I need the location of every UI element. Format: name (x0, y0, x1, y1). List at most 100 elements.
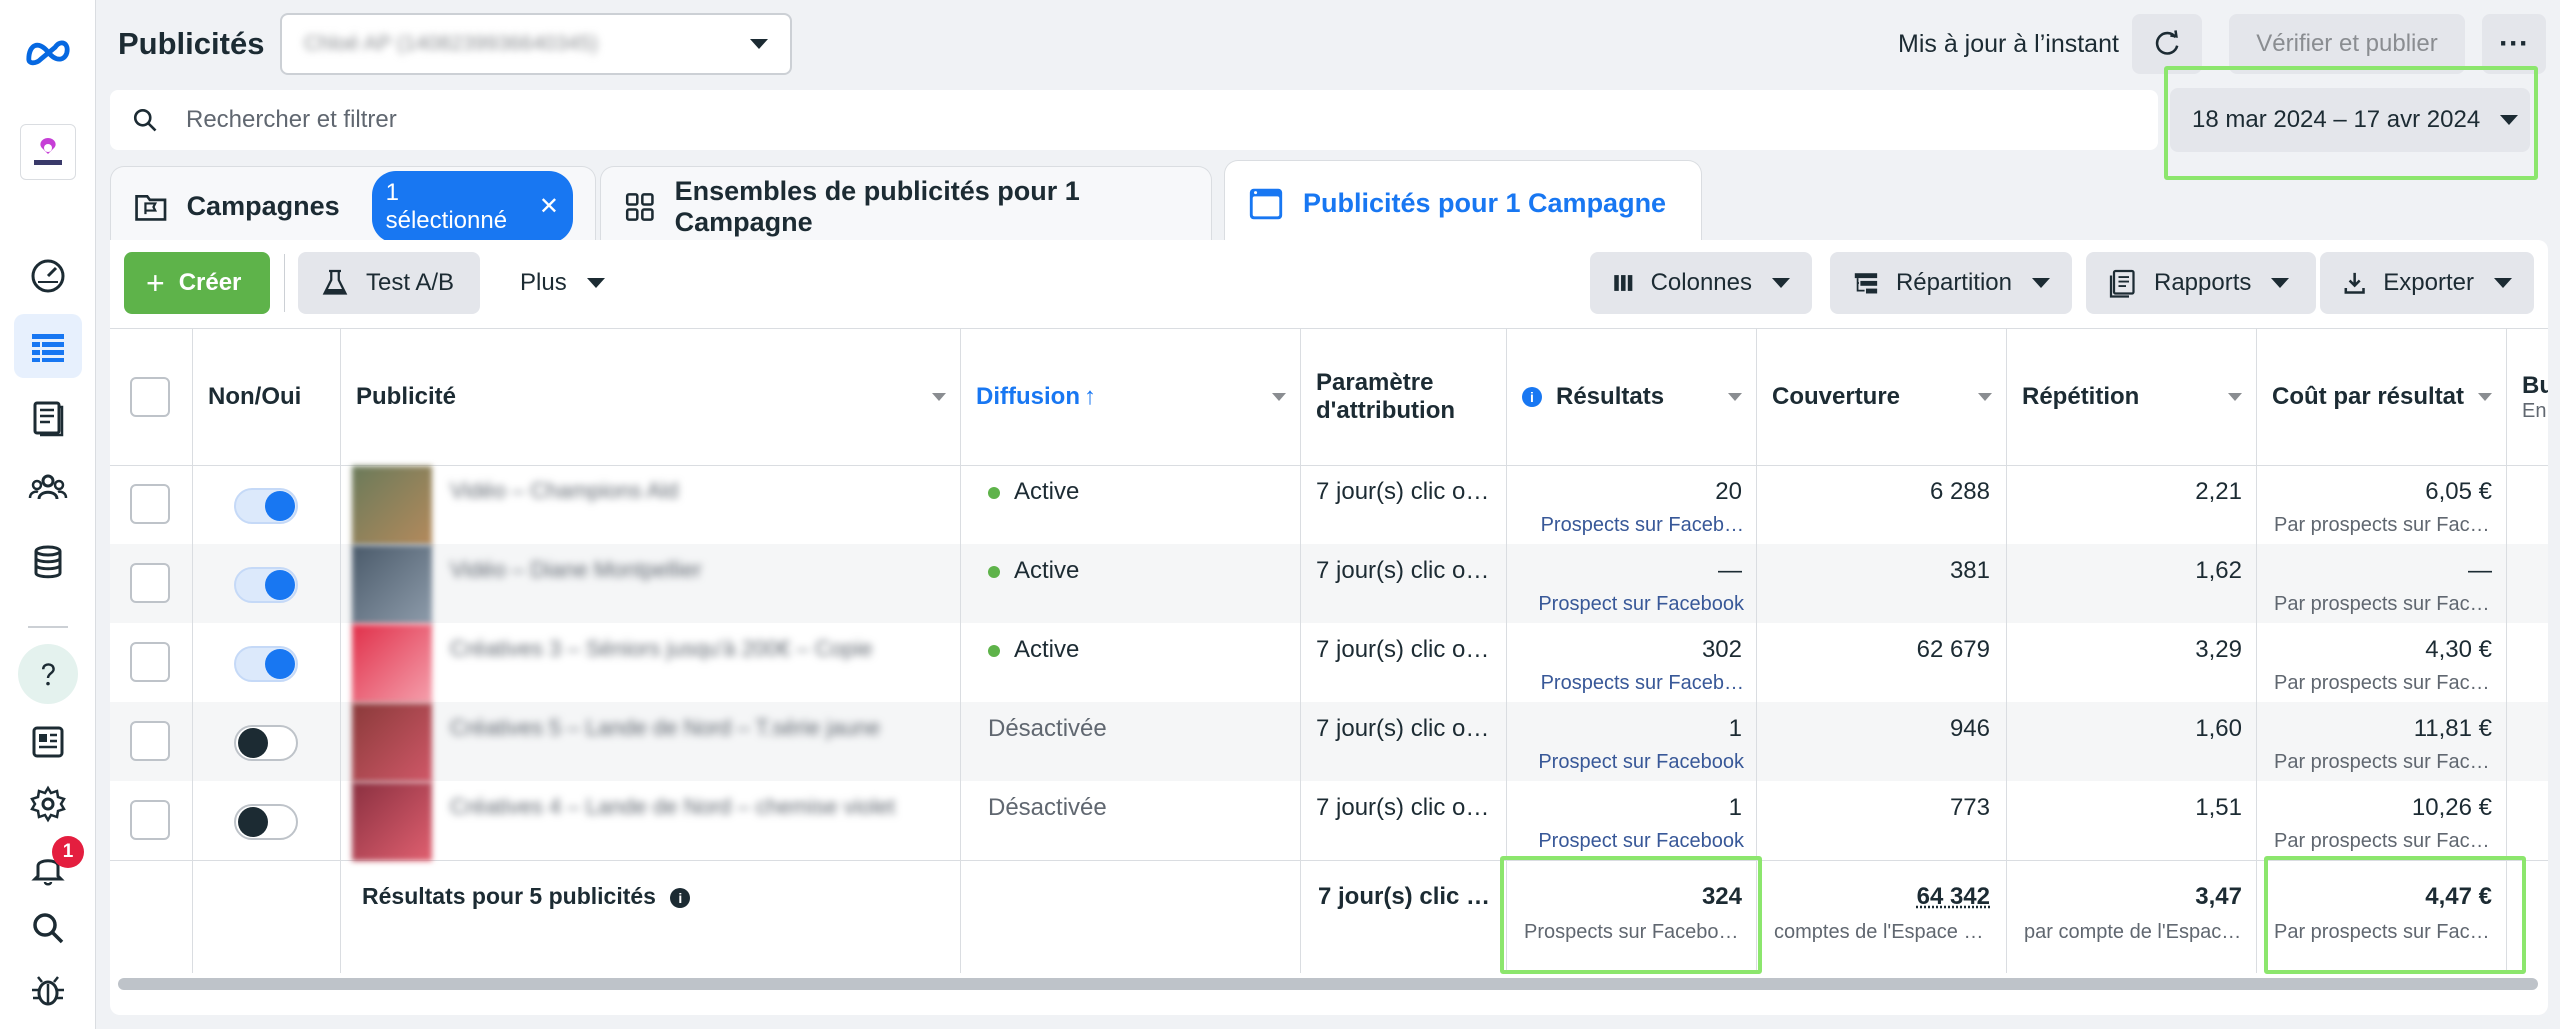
more-actions-dropdown[interactable]: Plus (498, 252, 640, 314)
results-link[interactable]: Prospect sur Facebook (1526, 830, 1744, 853)
cost-per-result-value: 6,05 € (2425, 478, 2492, 505)
toggle-knob (265, 570, 295, 600)
more-options-button[interactable]: ··· (2482, 14, 2546, 74)
ad-name[interactable]: Créatives 5 – Lande de Nord – T.série ja… (450, 715, 930, 741)
info-icon[interactable]: i (1522, 387, 1542, 407)
row-toggle[interactable] (234, 725, 298, 761)
ad-name[interactable]: Vidéo – Diane Montpellier (450, 557, 930, 583)
col-header-onoff[interactable]: Non/Oui (192, 329, 340, 465)
row-checkbox[interactable] (130, 642, 170, 682)
pages-book-icon[interactable] (24, 394, 72, 442)
delivery-label: Active (1014, 636, 1080, 663)
tab-adsets[interactable]: Ensembles de publicités pour 1 Campagne (600, 166, 1212, 246)
active-dot-icon (988, 644, 1000, 657)
columns-label: Colonnes (1650, 269, 1752, 296)
col-header-delivery[interactable]: Diffusion ↑ (960, 329, 1300, 465)
breakdown-button[interactable]: Répartition (1830, 252, 2072, 314)
ads-manager-table-icon[interactable] (14, 314, 82, 378)
results-link[interactable]: Prospects sur Faceb… (1526, 672, 1744, 695)
settings-gear-icon[interactable] (24, 780, 72, 828)
col-header-attribution[interactable]: Paramètre d'attribution (1300, 329, 1506, 465)
billing-coins-icon[interactable] (24, 538, 72, 586)
dashboard-gauge-icon[interactable] (24, 250, 72, 298)
ab-test-button[interactable]: Test A/B (298, 252, 480, 314)
account-logo-icon[interactable] (20, 124, 76, 180)
search-icon[interactable] (24, 904, 72, 952)
close-icon[interactable]: ✕ (539, 192, 559, 221)
row-checkbox[interactable] (130, 721, 170, 761)
account-selector[interactable]: Chloé AP (1408239936640345) (280, 13, 792, 75)
totals-label: Résultats pour 5 publicités i (362, 883, 691, 910)
search-filter-bar[interactable] (110, 90, 2158, 150)
date-range-picker[interactable]: 18 mar 2024 – 17 avr 2024 (2170, 88, 2530, 152)
columns-button[interactable]: Colonnes (1590, 252, 1812, 314)
row-toggle[interactable] (234, 488, 298, 524)
tab-adsets-label: Ensembles de publicités pour 1 Campagne (674, 175, 1080, 237)
row-toggle[interactable] (234, 567, 298, 603)
delivery-status: Active (988, 557, 1288, 585)
reports-button[interactable]: Rapports (2086, 252, 2316, 314)
ad-name[interactable]: Vidéo – Champions Ald (450, 478, 930, 504)
ad-name[interactable]: Créatives 4 – Lande de Nord – chemise vi… (450, 794, 930, 820)
reach-value: 946 (1949, 715, 1990, 742)
chevron-down-icon (2032, 278, 2050, 288)
bug-report-icon[interactable] (24, 966, 72, 1014)
help-question-icon[interactable] (18, 644, 78, 704)
folder-flag-icon (135, 194, 167, 221)
sort-up-arrow-icon: ↑ (1083, 383, 1096, 410)
tab-campaigns[interactable]: Campagnes 1 sélectionné ✕ (110, 166, 596, 246)
ad-thumbnail[interactable] (352, 703, 432, 782)
notification-badge: 1 (52, 836, 84, 868)
review-publish-button[interactable]: Vérifier et publier (2229, 14, 2465, 74)
row-checkbox[interactable] (130, 800, 170, 840)
account-name: Chloé AP (1408239936640345) (304, 32, 598, 55)
export-label: Exporter (2383, 269, 2474, 296)
refresh-icon (2155, 30, 2179, 55)
delivery-label: Désactivée (988, 715, 1107, 742)
attribution-setting: 7 jour(s) clic o… (1316, 557, 1490, 584)
col-header-frequency[interactable]: Répétition (2006, 329, 2256, 465)
row-toggle[interactable] (234, 804, 298, 840)
breakdown-icon (1854, 273, 1878, 294)
row-toggle[interactable] (234, 646, 298, 682)
ad-thumbnail[interactable] (352, 782, 432, 861)
col-header-next[interactable]: BuEn (2506, 329, 2548, 465)
download-icon (2344, 272, 2365, 294)
horizontal-scrollbar[interactable] (118, 978, 2538, 990)
ad-thumbnail[interactable] (352, 466, 432, 545)
results-link[interactable]: Prospect sur Facebook (1526, 593, 1744, 616)
results-value: 1 (1728, 794, 1742, 821)
rail-divider (28, 626, 68, 628)
tab-ads[interactable]: Publicités pour 1 Campagne (1224, 160, 1702, 246)
results-link[interactable]: Prospect sur Facebook (1526, 751, 1744, 774)
cost-per-result-sub: Par prospects sur Fac… (2274, 751, 2490, 773)
info-circle-icon[interactable]: i (670, 887, 691, 908)
results-link[interactable]: Prospects sur Faceb… (1526, 514, 1744, 537)
cost-per-result-sub: Par prospects sur Fac… (2274, 514, 2490, 536)
create-button[interactable]: + Créer (124, 252, 270, 314)
frequency-value: 1,62 (2195, 557, 2242, 584)
col-header-cost-per-result[interactable]: Coût par résultat (2256, 329, 2506, 465)
ad-thumbnail[interactable] (352, 624, 432, 703)
delivery-status: Active (988, 636, 1288, 664)
selected-filter-pill[interactable]: 1 sélectionné ✕ (371, 170, 573, 243)
audiences-people-icon[interactable] (24, 464, 72, 512)
col-header-ad[interactable]: Publicité (340, 329, 960, 465)
results-value: 302 (1701, 636, 1742, 663)
row-checkbox[interactable] (130, 563, 170, 603)
news-feed-icon[interactable] (24, 718, 72, 766)
search-input[interactable] (186, 106, 1886, 134)
results-value: 1 (1728, 715, 1742, 742)
search-icon (133, 108, 157, 132)
export-button[interactable]: Exporter (2320, 252, 2534, 314)
refresh-button[interactable] (2132, 14, 2202, 74)
row-checkbox[interactable] (130, 484, 170, 524)
select-all-checkbox[interactable] (130, 377, 170, 417)
ad-thumbnail[interactable] (352, 545, 432, 624)
meta-logo-icon[interactable] (24, 28, 72, 76)
col-header-results[interactable]: i Résultats (1506, 329, 1756, 465)
columns-icon (1614, 275, 1633, 291)
reports-icon (2109, 269, 2135, 298)
col-header-reach[interactable]: Couverture (1756, 329, 2006, 465)
ad-name[interactable]: Créatives 3 – Séniors jusqu'à 200€ – Cop… (450, 636, 930, 662)
